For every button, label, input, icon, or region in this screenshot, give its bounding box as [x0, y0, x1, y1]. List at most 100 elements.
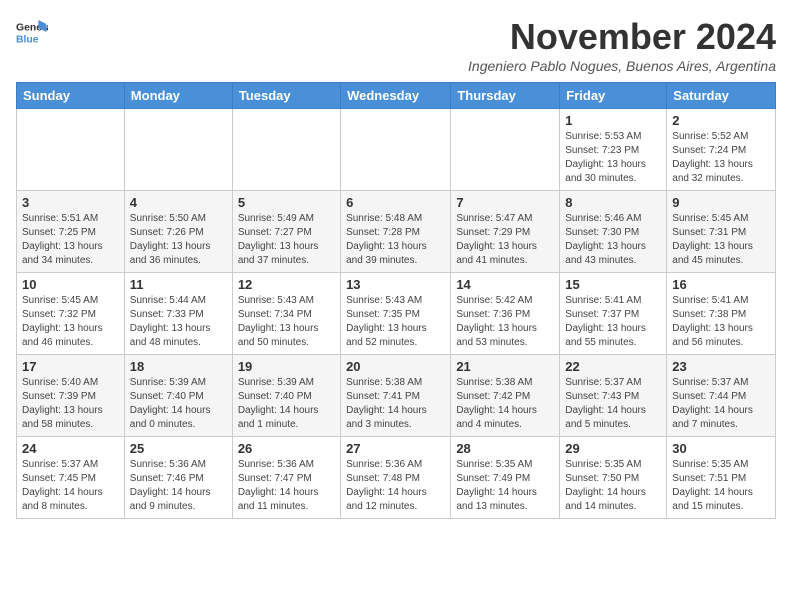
day-detail: Sunrise: 5:53 AMSunset: 7:23 PMDaylight:…	[565, 130, 661, 186]
day-cell: 22 Sunrise: 5:37 AMSunset: 7:43 PMDayligh…	[560, 355, 667, 437]
day-detail: Sunrise: 5:38 AMSunset: 7:41 PMDaylight:…	[346, 376, 445, 432]
day-cell: 6Sunrise: 5:48 AMSunset: 7:28 PMDaylight…	[341, 191, 451, 273]
day-detail: Sunrise: 5:51 AMSunset: 7:25 PMDaylight:…	[22, 212, 119, 268]
day-cell: 30 Sunrise: 5:35 AMSunset: 7:51 PMDayligh…	[667, 437, 776, 519]
logo: General Blue	[16, 16, 48, 48]
day-detail: Sunrise: 5:36 AMSunset: 7:48 PMDaylight:…	[346, 458, 445, 514]
day-cell: 24 Sunrise: 5:37 AMSunset: 7:45 PMDayligh…	[17, 437, 125, 519]
day-number: 9	[672, 195, 770, 210]
day-cell: 19Sunrise: 5:39 AMSunset: 7:40 PMDayligh…	[232, 355, 340, 437]
day-detail: Sunrise: 5:39 AMSunset: 7:40 PMDaylight:…	[130, 376, 227, 432]
day-detail: Sunrise: 5:40 AMSunset: 7:39 PMDaylight:…	[22, 376, 119, 432]
day-cell: 10 Sunrise: 5:45 AMSunset: 7:32 PMDayligh…	[17, 273, 125, 355]
weekday-header-friday: Friday	[560, 83, 667, 109]
day-detail: Sunrise: 5:42 AMSunset: 7:36 PMDaylight:…	[456, 294, 554, 350]
day-number: 24	[22, 441, 119, 456]
calendar-table: SundayMondayTuesdayWednesdayThursdayFrid…	[16, 82, 776, 519]
weekday-header-thursday: Thursday	[451, 83, 560, 109]
day-number: 1	[565, 113, 661, 128]
day-cell: 4 Sunrise: 5:50 AMSunset: 7:26 PMDaylight…	[124, 191, 232, 273]
weekday-header-row: SundayMondayTuesdayWednesdayThursdayFrid…	[17, 83, 776, 109]
day-cell: 27 Sunrise: 5:36 AMSunset: 7:48 PMDayligh…	[341, 437, 451, 519]
day-detail: Sunrise: 5:37 AMSunset: 7:45 PMDaylight:…	[22, 458, 119, 514]
day-detail: Sunrise: 5:37 AMSunset: 7:43 PMDaylight:…	[565, 376, 661, 432]
day-number: 8	[565, 195, 661, 210]
week-row-3: 10 Sunrise: 5:45 AMSunset: 7:32 PMDayligh…	[17, 273, 776, 355]
day-number: 20	[346, 359, 445, 374]
day-number: 2	[672, 113, 770, 128]
weekday-header-sunday: Sunday	[17, 83, 125, 109]
day-number: 13	[346, 277, 445, 292]
day-detail: Sunrise: 5:35 AMSunset: 7:50 PMDaylight:…	[565, 458, 661, 514]
logo-icon: General Blue	[16, 16, 48, 48]
day-cell	[451, 109, 560, 191]
day-detail: Sunrise: 5:46 AMSunset: 7:30 PMDaylight:…	[565, 212, 661, 268]
day-cell: 7 Sunrise: 5:47 AMSunset: 7:29 PMDaylight…	[451, 191, 560, 273]
day-cell: 15Sunrise: 5:41 AMSunset: 7:37 PMDayligh…	[560, 273, 667, 355]
day-cell: 28 Sunrise: 5:35 AMSunset: 7:49 PMDayligh…	[451, 437, 560, 519]
weekday-header-tuesday: Tuesday	[232, 83, 340, 109]
day-number: 10	[22, 277, 119, 292]
day-number: 6	[346, 195, 445, 210]
day-detail: Sunrise: 5:47 AMSunset: 7:29 PMDaylight:…	[456, 212, 554, 268]
day-cell: 2Sunrise: 5:52 AMSunset: 7:24 PMDaylight…	[667, 109, 776, 191]
day-number: 22	[565, 359, 661, 374]
day-number: 16	[672, 277, 770, 292]
svg-text:Blue: Blue	[16, 34, 39, 45]
month-title: November 2024	[468, 16, 776, 58]
page-header: General Blue November 2024 Ingeniero Pab…	[16, 16, 776, 74]
day-number: 5	[238, 195, 335, 210]
weekday-header-monday: Monday	[124, 83, 232, 109]
day-cell: 21Sunrise: 5:38 AMSunset: 7:42 PMDayligh…	[451, 355, 560, 437]
day-detail: Sunrise: 5:50 AMSunset: 7:26 PMDaylight:…	[130, 212, 227, 268]
day-number: 27	[346, 441, 445, 456]
day-number: 3	[22, 195, 119, 210]
title-block: November 2024 Ingeniero Pablo Nogues, Bu…	[468, 16, 776, 74]
day-cell: 29Sunrise: 5:35 AMSunset: 7:50 PMDayligh…	[560, 437, 667, 519]
day-detail: Sunrise: 5:44 AMSunset: 7:33 PMDaylight:…	[130, 294, 227, 350]
day-detail: Sunrise: 5:39 AMSunset: 7:40 PMDaylight:…	[238, 376, 335, 432]
day-detail: Sunrise: 5:49 AMSunset: 7:27 PMDaylight:…	[238, 212, 335, 268]
day-cell: 13Sunrise: 5:43 AMSunset: 7:35 PMDayligh…	[341, 273, 451, 355]
day-number: 17	[22, 359, 119, 374]
day-detail: Sunrise: 5:43 AMSunset: 7:34 PMDaylight:…	[238, 294, 335, 350]
day-detail: Sunrise: 5:36 AMSunset: 7:47 PMDaylight:…	[238, 458, 335, 514]
weekday-header-saturday: Saturday	[667, 83, 776, 109]
day-detail: Sunrise: 5:36 AMSunset: 7:46 PMDaylight:…	[130, 458, 227, 514]
day-cell	[341, 109, 451, 191]
day-detail: Sunrise: 5:37 AMSunset: 7:44 PMDaylight:…	[672, 376, 770, 432]
day-detail: Sunrise: 5:35 AMSunset: 7:51 PMDaylight:…	[672, 458, 770, 514]
day-detail: Sunrise: 5:45 AMSunset: 7:32 PMDaylight:…	[22, 294, 119, 350]
day-cell: 17 Sunrise: 5:40 AMSunset: 7:39 PMDayligh…	[17, 355, 125, 437]
weekday-header-wednesday: Wednesday	[341, 83, 451, 109]
day-cell	[232, 109, 340, 191]
week-row-4: 17 Sunrise: 5:40 AMSunset: 7:39 PMDayligh…	[17, 355, 776, 437]
day-cell: 9 Sunrise: 5:45 AMSunset: 7:31 PMDaylight…	[667, 191, 776, 273]
week-row-5: 24 Sunrise: 5:37 AMSunset: 7:45 PMDayligh…	[17, 437, 776, 519]
day-cell: 12 Sunrise: 5:43 AMSunset: 7:34 PMDayligh…	[232, 273, 340, 355]
day-cell: 20 Sunrise: 5:38 AMSunset: 7:41 PMDayligh…	[341, 355, 451, 437]
day-number: 18	[130, 359, 227, 374]
day-number: 30	[672, 441, 770, 456]
day-number: 15	[565, 277, 661, 292]
location-subtitle: Ingeniero Pablo Nogues, Buenos Aires, Ar…	[468, 58, 776, 74]
day-number: 7	[456, 195, 554, 210]
day-number: 25	[130, 441, 227, 456]
day-cell: 3 Sunrise: 5:51 AMSunset: 7:25 PMDaylight…	[17, 191, 125, 273]
day-number: 26	[238, 441, 335, 456]
day-cell: 26 Sunrise: 5:36 AMSunset: 7:47 PMDayligh…	[232, 437, 340, 519]
day-number: 12	[238, 277, 335, 292]
day-detail: Sunrise: 5:35 AMSunset: 7:49 PMDaylight:…	[456, 458, 554, 514]
day-detail: Sunrise: 5:45 AMSunset: 7:31 PMDaylight:…	[672, 212, 770, 268]
day-cell: 11 Sunrise: 5:44 AMSunset: 7:33 PMDayligh…	[124, 273, 232, 355]
day-number: 23	[672, 359, 770, 374]
day-cell: 14Sunrise: 5:42 AMSunset: 7:36 PMDayligh…	[451, 273, 560, 355]
day-number: 4	[130, 195, 227, 210]
day-cell: 5 Sunrise: 5:49 AMSunset: 7:27 PMDaylight…	[232, 191, 340, 273]
day-cell: 1 Sunrise: 5:53 AMSunset: 7:23 PMDaylight…	[560, 109, 667, 191]
week-row-2: 3 Sunrise: 5:51 AMSunset: 7:25 PMDaylight…	[17, 191, 776, 273]
day-number: 11	[130, 277, 227, 292]
week-row-1: 1 Sunrise: 5:53 AMSunset: 7:23 PMDaylight…	[17, 109, 776, 191]
day-cell: 8 Sunrise: 5:46 AMSunset: 7:30 PMDaylight…	[560, 191, 667, 273]
day-number: 28	[456, 441, 554, 456]
